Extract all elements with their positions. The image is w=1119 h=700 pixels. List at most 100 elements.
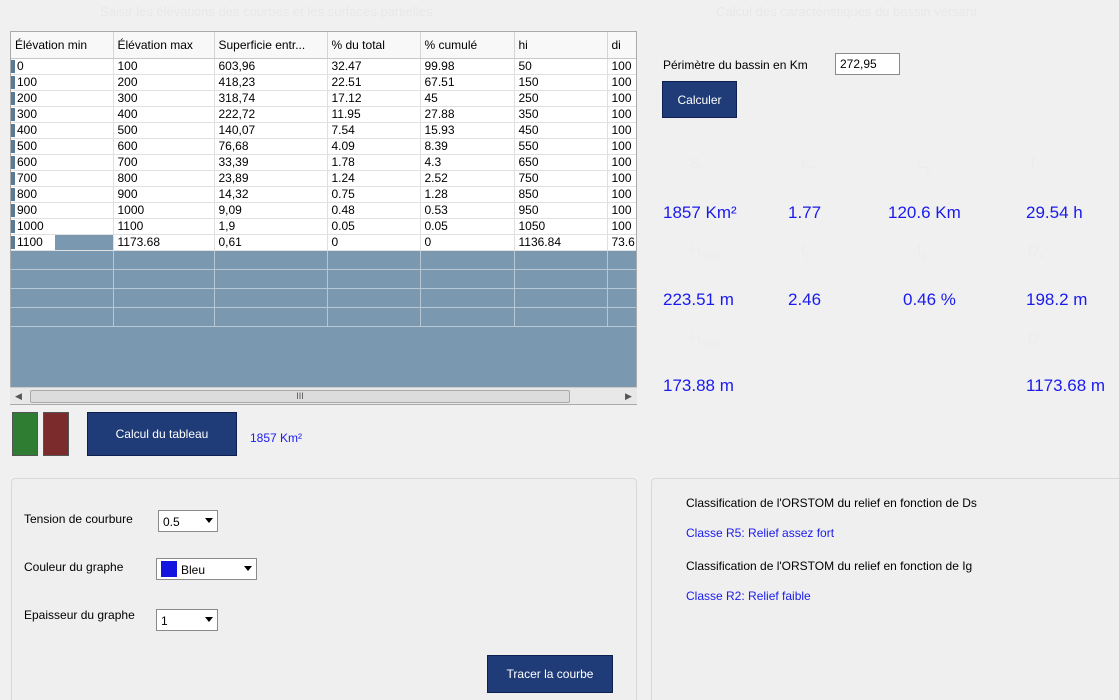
table-cell[interactable]: 2.52 [420,170,515,187]
table-cell[interactable]: 900 [113,186,215,203]
table-cell[interactable]: 0.48 [327,202,421,219]
table-cell[interactable]: 27.88 [420,106,515,123]
table-cell[interactable]: 100 [607,58,636,75]
elevation-grid[interactable]: Élévation min Élévation max Superficie ent… [10,31,637,405]
column-header[interactable]: % cumulé [420,32,515,59]
table-cell[interactable]: 8.39 [420,138,515,155]
column-header[interactable]: Superficie entr... [214,32,328,59]
table-cell[interactable]: 23,89 [214,170,328,187]
table-row[interactable]: 300 400 222,72 11.95 27.88 350 100 [11,106,636,123]
table-cell[interactable]: 900 [11,202,114,219]
table-cell[interactable]: 300 [11,106,114,123]
table-cell[interactable]: 100 [607,154,636,171]
table-cell[interactable]: 318,74 [214,90,328,107]
table-row[interactable]: 1000 1100 1,9 0.05 0.05 1050 100 [11,218,636,235]
thickness-select[interactable]: 1 [156,609,218,631]
table-cell[interactable]: 100 [607,106,636,123]
calculer-button[interactable]: Calculer [662,81,737,118]
table-cell[interactable]: 100 [607,90,636,107]
table-cell[interactable]: 1,9 [214,218,328,235]
table-cell[interactable]: 100 [11,74,114,91]
scroll-left-icon[interactable]: ◀ [10,388,27,405]
table-cell[interactable]: 700 [11,170,114,187]
red-swatch[interactable] [43,412,69,456]
table-cell[interactable]: 1100 [11,234,114,251]
table-cell[interactable]: 100 [607,122,636,139]
table-cell[interactable]: 1173.68 [113,234,215,251]
table-cell[interactable]: 450 [514,122,608,139]
table-cell[interactable]: 300 [113,90,215,107]
table-cell[interactable]: 750 [514,170,608,187]
table-cell[interactable]: 1136.84 [514,234,608,251]
table-cell[interactable]: 800 [113,170,215,187]
scroll-thumb[interactable]: III [30,390,570,403]
column-header[interactable]: di [607,32,636,59]
column-header[interactable]: Élévation max [113,32,215,59]
table-row[interactable]: 500 600 76,68 4.09 8.39 550 100 [11,138,636,155]
table-cell[interactable]: 400 [113,106,215,123]
table-cell[interactable]: 222,72 [214,106,328,123]
calcul-tableau-button[interactable]: Calcul du tableau [87,412,237,456]
table-cell[interactable]: 0.75 [327,186,421,203]
tension-select[interactable]: 0.5 [158,510,218,532]
table-cell[interactable]: 4.09 [327,138,421,155]
table-cell[interactable]: 100 [607,218,636,235]
table-cell[interactable]: 45 [420,90,515,107]
table-cell[interactable]: 0 [11,58,114,75]
table-row[interactable]: 900 1000 9,09 0.48 0.53 950 100 [11,202,636,219]
table-cell[interactable]: 150 [514,74,608,91]
table-cell[interactable]: 1050 [514,218,608,235]
table-cell[interactable]: 200 [11,90,114,107]
table-cell[interactable]: 600 [11,154,114,171]
table-cell[interactable]: 100 [607,202,636,219]
table-cell[interactable]: 1000 [113,202,215,219]
table-cell[interactable]: 22.51 [327,74,421,91]
table-row[interactable]: 400 500 140,07 7.54 15.93 450 100 [11,122,636,139]
table-cell[interactable]: 350 [514,106,608,123]
table-cell[interactable]: 50 [514,58,608,75]
table-cell[interactable]: 32.47 [327,58,421,75]
table-row[interactable]: 700 800 23,89 1.24 2.52 750 100 [11,170,636,187]
green-swatch[interactable] [12,412,38,456]
table-cell[interactable]: 1.24 [327,170,421,187]
table-cell[interactable]: 418,23 [214,74,328,91]
table-cell[interactable]: 550 [514,138,608,155]
color-select[interactable]: Bleu [156,558,257,580]
table-cell[interactable]: 17.12 [327,90,421,107]
table-cell[interactable]: 250 [514,90,608,107]
scroll-right-icon[interactable]: ▶ [620,388,637,405]
table-cell[interactable]: 7.54 [327,122,421,139]
table-cell[interactable]: 99.98 [420,58,515,75]
table-cell[interactable]: 0.05 [420,218,515,235]
table-cell[interactable]: 1.28 [420,186,515,203]
table-cell[interactable]: 100 [607,170,636,187]
table-cell[interactable]: 100 [607,138,636,155]
table-cell[interactable]: 603,96 [214,58,328,75]
table-cell[interactable]: 200 [113,74,215,91]
table-cell[interactable]: 1100 [113,218,215,235]
table-cell[interactable]: 500 [113,122,215,139]
table-cell[interactable]: 100 [607,186,636,203]
table-cell[interactable]: 15.93 [420,122,515,139]
column-header[interactable]: Élévation min [11,32,114,59]
table-cell[interactable]: 850 [514,186,608,203]
table-cell[interactable]: 500 [11,138,114,155]
table-cell[interactable]: 0.05 [327,218,421,235]
table-cell[interactable]: 73.6 [607,234,636,251]
tracer-courbe-button[interactable]: Tracer la courbe [487,655,613,693]
table-row[interactable]: 100 200 418,23 22.51 67.51 150 100 [11,74,636,91]
table-cell[interactable]: 0.53 [420,202,515,219]
table-cell[interactable]: 33,39 [214,154,328,171]
table-cell[interactable]: 11.95 [327,106,421,123]
table-cell[interactable]: 800 [11,186,114,203]
table-cell[interactable]: 4.3 [420,154,515,171]
grid-horizontal-scrollbar[interactable]: ◀ III ▶ [10,387,637,404]
table-cell[interactable]: 0 [420,234,515,251]
table-row[interactable]: 800 900 14,32 0.75 1.28 850 100 [11,186,636,203]
table-cell[interactable]: 1.78 [327,154,421,171]
table-row[interactable]: 0 100 603,96 32.47 99.98 50 100 [11,58,636,75]
table-cell[interactable]: 700 [113,154,215,171]
table-cell[interactable]: 1000 [11,218,114,235]
table-cell[interactable]: 0,61 [214,234,328,251]
table-cell[interactable]: 100 [607,74,636,91]
